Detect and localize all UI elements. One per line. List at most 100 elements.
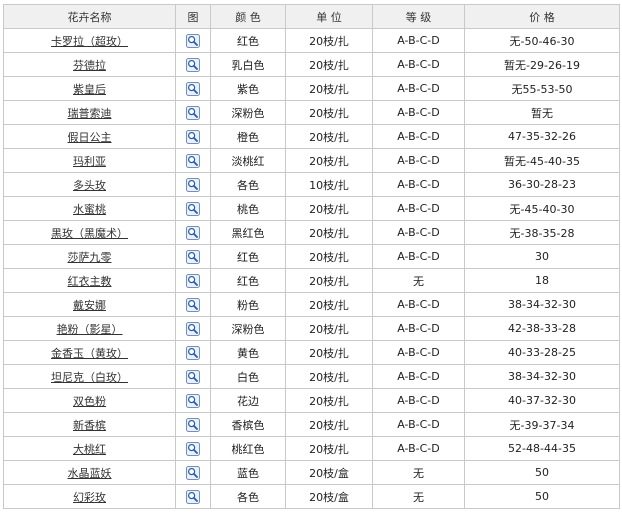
- flower-name-link[interactable]: 水晶蓝妖: [68, 467, 112, 480]
- name-cell: 金香玉（黄玫）: [3, 340, 176, 365]
- image-cell: [175, 28, 211, 53]
- table-row: 艳粉（影星） 深粉色 20枝/扎 A-B-C-D 42-38-33-28: [3, 316, 620, 341]
- unit-cell: 20枝/扎: [285, 412, 373, 437]
- name-cell: 红衣主教: [3, 268, 176, 293]
- color-cell: 香槟色: [210, 412, 286, 437]
- flower-name-link[interactable]: 双色粉: [73, 395, 106, 408]
- flower-name-link[interactable]: 瑞普索迪: [68, 107, 112, 120]
- magnifier-icon[interactable]: [186, 297, 200, 312]
- magnifier-icon[interactable]: [186, 57, 200, 72]
- magnifier-icon[interactable]: [186, 273, 200, 288]
- magnifier-icon[interactable]: [186, 225, 200, 240]
- magnifier-icon[interactable]: [186, 465, 200, 480]
- header-price: 价 格: [464, 4, 620, 29]
- flower-name-link[interactable]: 多头玫: [73, 179, 106, 192]
- header-row: 花卉名称 图 颜 色 单 位 等 级 价 格: [3, 4, 620, 29]
- color-cell: 蓝色: [210, 460, 286, 485]
- color-cell: 橙色: [210, 124, 286, 149]
- magnifier-icon[interactable]: [186, 105, 200, 120]
- unit-cell: 20枝/扎: [285, 268, 373, 293]
- flower-name-link[interactable]: 金香玉（黄玫）: [51, 347, 128, 360]
- table-row: 紫皇后 紫色 20枝/扎 A-B-C-D 无55-53-50: [3, 76, 620, 101]
- color-cell: 各色: [210, 484, 286, 509]
- grade-cell: 无: [372, 484, 465, 509]
- price-cell: 暂无-29-26-19: [464, 52, 620, 77]
- grade-cell: 无: [372, 268, 465, 293]
- magnifier-icon[interactable]: [186, 393, 200, 408]
- magnifier-icon[interactable]: [186, 153, 200, 168]
- magnifier-icon[interactable]: [186, 201, 200, 216]
- flower-name-link[interactable]: 玛利亚: [73, 155, 106, 168]
- flower-name-link[interactable]: 新香槟: [73, 419, 106, 432]
- price-cell: 42-38-33-28: [464, 316, 620, 341]
- price-cell: 无-38-35-28: [464, 220, 620, 245]
- magnifier-icon[interactable]: [186, 369, 200, 384]
- table-row: 假日公主 橙色 20枝/扎 A-B-C-D 47-35-32-26: [3, 124, 620, 149]
- magnifier-icon[interactable]: [186, 489, 200, 504]
- magnifier-icon[interactable]: [186, 129, 200, 144]
- magnifier-icon[interactable]: [186, 417, 200, 432]
- magnifier-icon[interactable]: [186, 345, 200, 360]
- color-cell: 黑红色: [210, 220, 286, 245]
- name-cell: 芬德拉: [3, 52, 176, 77]
- name-cell: 黑玫（黑魔术）: [3, 220, 176, 245]
- price-cell: 38-34-32-30: [464, 364, 620, 389]
- table-row: 多头玫 各色 10枝/扎 A-B-C-D 36-30-28-23: [3, 172, 620, 197]
- unit-cell: 20枝/扎: [285, 388, 373, 413]
- flower-name-link[interactable]: 幻彩玫: [73, 491, 106, 504]
- unit-cell: 20枝/扎: [285, 340, 373, 365]
- price-cell: 无-45-40-30: [464, 196, 620, 221]
- table-row: 双色粉 花边 20枝/扎 A-B-C-D 40-37-32-30: [3, 388, 620, 413]
- magnifier-icon[interactable]: [186, 249, 200, 264]
- flower-name-link[interactable]: 红衣主教: [68, 275, 112, 288]
- name-cell: 双色粉: [3, 388, 176, 413]
- table-row: 大桃红 桃红色 20枝/扎 A-B-C-D 52-48-44-35: [3, 436, 620, 461]
- flower-name-link[interactable]: 戴安娜: [73, 299, 106, 312]
- image-cell: [175, 52, 211, 77]
- name-cell: 坦尼克（白玫）: [3, 364, 176, 389]
- image-cell: [175, 100, 211, 125]
- grade-cell: 无: [372, 460, 465, 485]
- table-row: 水蜜桃 桃色 20枝/扎 A-B-C-D 无-45-40-30: [3, 196, 620, 221]
- magnifier-icon[interactable]: [186, 321, 200, 336]
- color-cell: 乳白色: [210, 52, 286, 77]
- magnifier-icon[interactable]: [186, 81, 200, 96]
- flower-name-link[interactable]: 水蜜桃: [73, 203, 106, 216]
- flower-name-link[interactable]: 卡罗拉（超玫）: [51, 35, 128, 48]
- image-cell: [175, 364, 211, 389]
- image-cell: [175, 268, 211, 293]
- flower-name-link[interactable]: 紫皇后: [73, 83, 106, 96]
- price-cell: 30: [464, 244, 620, 269]
- magnifier-icon[interactable]: [186, 177, 200, 192]
- magnifier-icon[interactable]: [186, 33, 200, 48]
- color-cell: 花边: [210, 388, 286, 413]
- grade-cell: A-B-C-D: [372, 412, 465, 437]
- grade-cell: A-B-C-D: [372, 316, 465, 341]
- flower-name-link[interactable]: 莎萨九零: [68, 251, 112, 264]
- name-cell: 水蜜桃: [3, 196, 176, 221]
- unit-cell: 20枝/扎: [285, 436, 373, 461]
- color-cell: 红色: [210, 268, 286, 293]
- table-row: 坦尼克（白玫） 白色 20枝/扎 A-B-C-D 38-34-32-30: [3, 364, 620, 389]
- unit-cell: 20枝/扎: [285, 28, 373, 53]
- image-cell: [175, 148, 211, 173]
- flower-name-link[interactable]: 黑玫（黑魔术）: [51, 227, 128, 240]
- grade-cell: A-B-C-D: [372, 244, 465, 269]
- image-cell: [175, 196, 211, 221]
- name-cell: 假日公主: [3, 124, 176, 149]
- header-grade: 等 级: [372, 4, 465, 29]
- unit-cell: 20枝/扎: [285, 364, 373, 389]
- magnifier-icon[interactable]: [186, 441, 200, 456]
- unit-cell: 20枝/扎: [285, 76, 373, 101]
- unit-cell: 20枝/扎: [285, 148, 373, 173]
- flower-name-link[interactable]: 假日公主: [68, 131, 112, 144]
- flower-name-link[interactable]: 艳粉（影星）: [57, 323, 123, 336]
- image-cell: [175, 436, 211, 461]
- flower-name-link[interactable]: 芬德拉: [73, 59, 106, 72]
- flower-name-link[interactable]: 坦尼克（白玫）: [51, 371, 128, 384]
- price-cell: 47-35-32-26: [464, 124, 620, 149]
- unit-cell: 20枝/盒: [285, 484, 373, 509]
- unit-cell: 20枝/扎: [285, 316, 373, 341]
- color-cell: 紫色: [210, 76, 286, 101]
- flower-name-link[interactable]: 大桃红: [73, 443, 106, 456]
